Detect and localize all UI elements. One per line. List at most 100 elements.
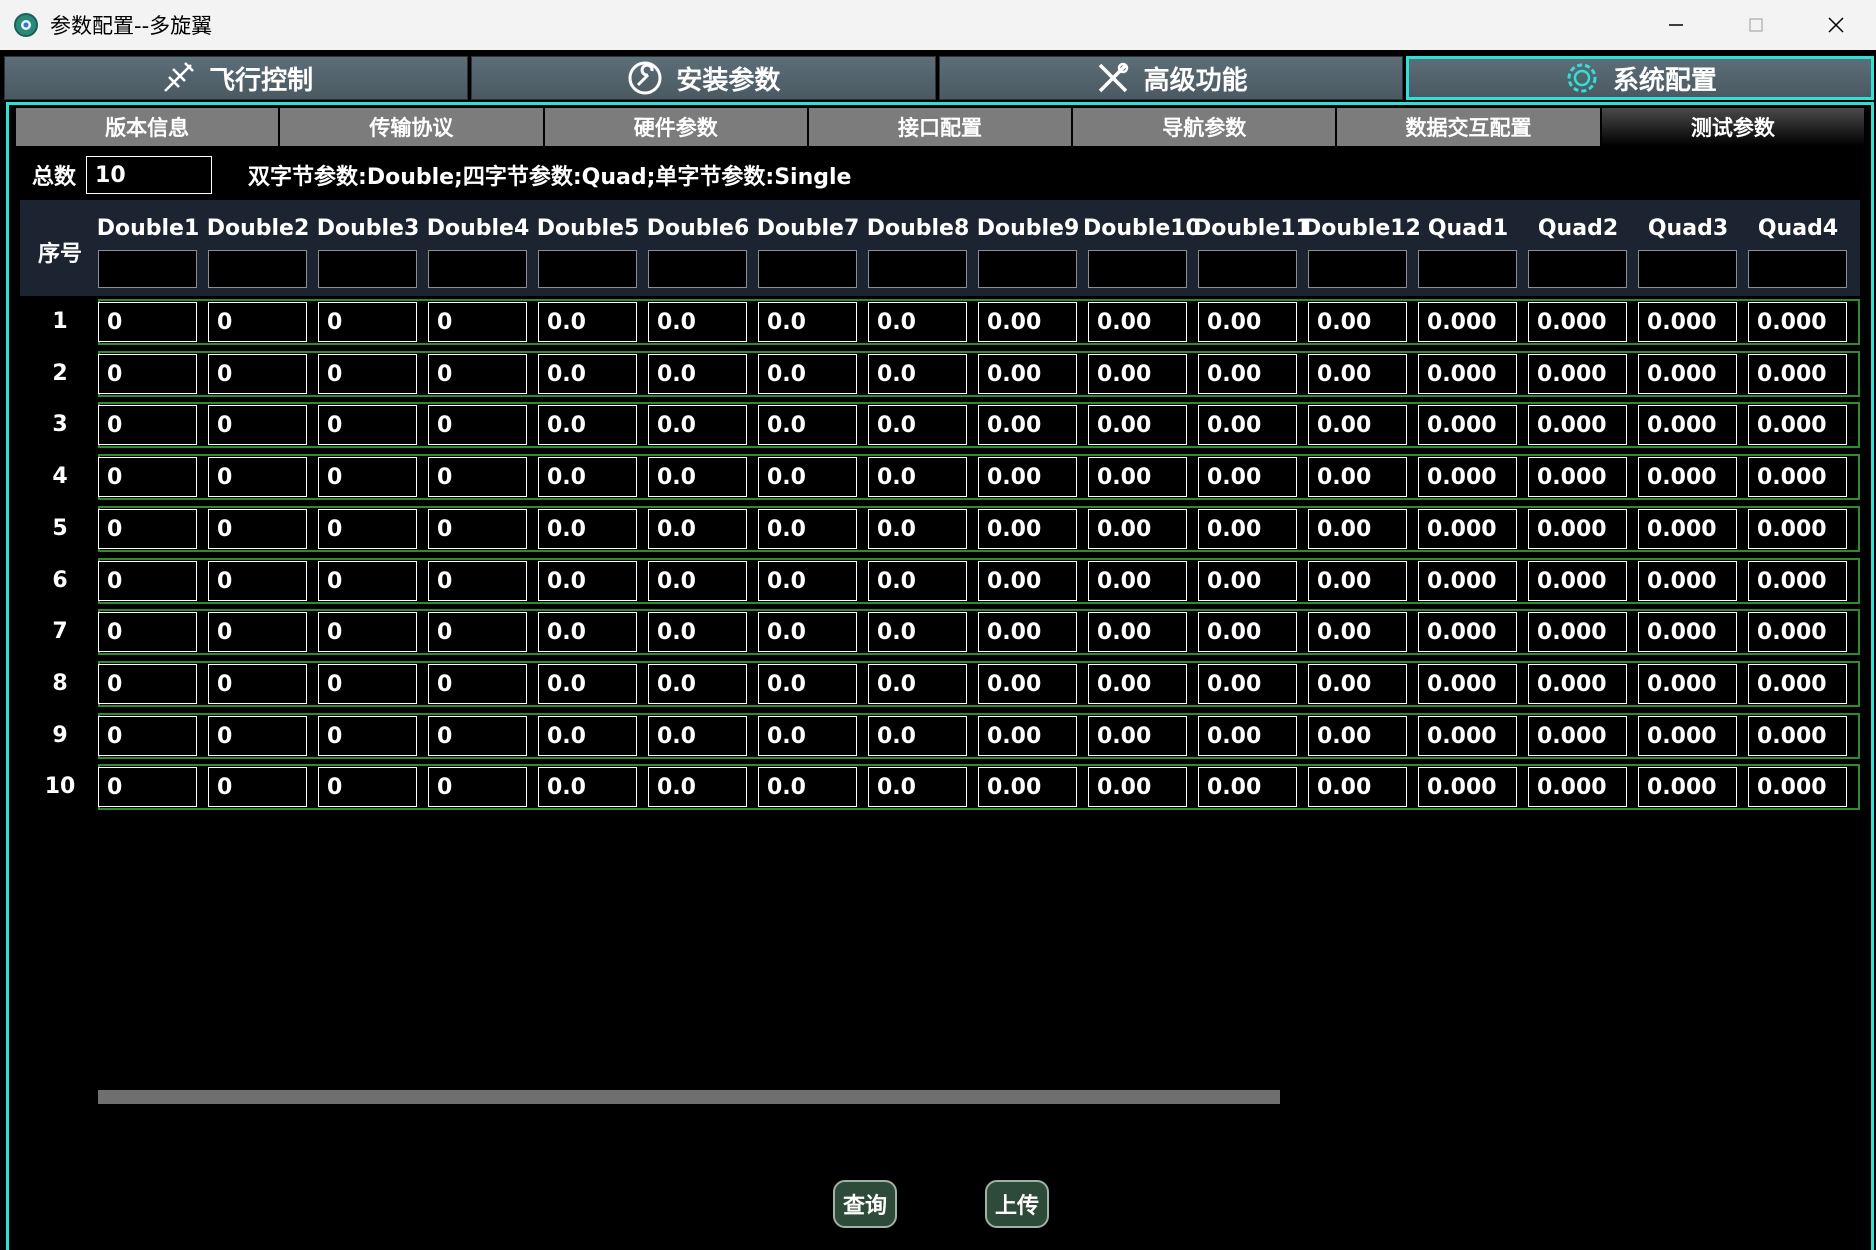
param-cell-input[interactable]: 0.00 xyxy=(978,302,1077,342)
param-cell-input[interactable]: 0.00 xyxy=(1198,509,1297,549)
param-cell-input[interactable]: 0 xyxy=(428,716,527,756)
param-cell-input[interactable]: 0.000 xyxy=(1638,664,1737,704)
param-cell-input[interactable]: 0 xyxy=(208,457,307,497)
param-cell-input[interactable]: 0.000 xyxy=(1418,509,1517,549)
subtab-version-info[interactable]: 版本信息 xyxy=(16,108,279,146)
param-cell-input[interactable]: 0 xyxy=(98,457,197,497)
param-cell-input[interactable]: 0.000 xyxy=(1748,561,1847,601)
tab-flight-control[interactable]: 飞行控制 xyxy=(4,56,469,100)
param-cell-input[interactable]: 0.00 xyxy=(1088,302,1187,342)
param-cell-input[interactable]: 0.0 xyxy=(868,405,967,445)
param-cell-input[interactable]: 0.00 xyxy=(1308,716,1407,756)
param-cell-input[interactable]: 0.0 xyxy=(538,664,637,704)
param-cell-input[interactable]: 0.00 xyxy=(1088,354,1187,394)
param-cell-input[interactable]: 0 xyxy=(428,457,527,497)
param-cell-input[interactable]: 0.0 xyxy=(538,354,637,394)
param-cell-input[interactable]: 0 xyxy=(98,405,197,445)
param-cell-input[interactable]: 0.000 xyxy=(1528,302,1627,342)
param-cell-input[interactable]: 0.000 xyxy=(1748,457,1847,497)
param-cell-input[interactable]: 0.000 xyxy=(1418,767,1517,807)
param-cell-input[interactable]: 0 xyxy=(428,302,527,342)
param-cell-input[interactable]: 0.000 xyxy=(1418,457,1517,497)
param-cell-input[interactable]: 0 xyxy=(318,716,417,756)
param-cell-input[interactable]: 0.0 xyxy=(648,354,747,394)
param-cell-input[interactable]: 0.00 xyxy=(1198,405,1297,445)
param-cell-input[interactable]: 0.0 xyxy=(758,509,857,549)
column-filter-input[interactable] xyxy=(1308,250,1407,288)
param-cell-input[interactable]: 0.000 xyxy=(1418,716,1517,756)
param-cell-input[interactable]: 0.0 xyxy=(538,405,637,445)
param-cell-input[interactable]: 0.00 xyxy=(1088,561,1187,601)
param-cell-input[interactable]: 0.000 xyxy=(1748,302,1847,342)
param-cell-input[interactable]: 0.0 xyxy=(758,612,857,652)
param-cell-input[interactable]: 0 xyxy=(98,612,197,652)
column-filter-input[interactable] xyxy=(1528,250,1627,288)
param-cell-input[interactable]: 0 xyxy=(98,561,197,601)
param-cell-input[interactable]: 0.0 xyxy=(648,767,747,807)
column-filter-input[interactable] xyxy=(1748,250,1847,288)
param-cell-input[interactable]: 0.000 xyxy=(1418,405,1517,445)
minimize-button[interactable] xyxy=(1636,0,1716,50)
param-cell-input[interactable]: 0.000 xyxy=(1748,664,1847,704)
upload-button[interactable]: 上传 xyxy=(985,1180,1049,1228)
param-cell-input[interactable]: 0 xyxy=(428,509,527,549)
column-filter-input[interactable] xyxy=(1638,250,1737,288)
param-cell-input[interactable]: 0.00 xyxy=(1088,716,1187,756)
param-cell-input[interactable]: 0 xyxy=(208,509,307,549)
column-filter-input[interactable] xyxy=(428,250,527,288)
column-filter-input[interactable] xyxy=(758,250,857,288)
param-cell-input[interactable]: 0 xyxy=(318,354,417,394)
param-cell-input[interactable]: 0 xyxy=(208,716,307,756)
param-cell-input[interactable]: 0.00 xyxy=(1308,354,1407,394)
param-cell-input[interactable]: 0.0 xyxy=(758,664,857,704)
param-cell-input[interactable]: 0 xyxy=(318,457,417,497)
param-cell-input[interactable]: 0 xyxy=(208,664,307,704)
tab-system-config[interactable]: 系统配置 xyxy=(1405,56,1874,100)
param-cell-input[interactable]: 0 xyxy=(428,561,527,601)
param-cell-input[interactable]: 0.000 xyxy=(1748,612,1847,652)
param-cell-input[interactable]: 0.00 xyxy=(1088,612,1187,652)
param-cell-input[interactable]: 0 xyxy=(318,612,417,652)
param-cell-input[interactable]: 0.000 xyxy=(1748,354,1847,394)
param-cell-input[interactable]: 0 xyxy=(98,509,197,549)
param-cell-input[interactable]: 0.0 xyxy=(758,767,857,807)
param-cell-input[interactable]: 0 xyxy=(208,302,307,342)
param-cell-input[interactable]: 0 xyxy=(428,612,527,652)
param-cell-input[interactable]: 0.0 xyxy=(648,664,747,704)
param-cell-input[interactable]: 0 xyxy=(208,767,307,807)
param-cell-input[interactable]: 0.000 xyxy=(1748,716,1847,756)
param-cell-input[interactable]: 0.000 xyxy=(1528,354,1627,394)
param-cell-input[interactable]: 0 xyxy=(208,354,307,394)
param-cell-input[interactable]: 0.00 xyxy=(1198,612,1297,652)
param-cell-input[interactable]: 0.00 xyxy=(978,405,1077,445)
param-cell-input[interactable]: 0.000 xyxy=(1528,457,1627,497)
param-cell-input[interactable]: 0.000 xyxy=(1638,561,1737,601)
param-cell-input[interactable]: 0 xyxy=(208,561,307,601)
param-cell-input[interactable]: 0.0 xyxy=(868,612,967,652)
param-cell-input[interactable]: 0 xyxy=(98,302,197,342)
param-cell-input[interactable]: 0.0 xyxy=(538,509,637,549)
param-cell-input[interactable]: 0.0 xyxy=(648,405,747,445)
param-cell-input[interactable]: 0.00 xyxy=(978,664,1077,704)
param-cell-input[interactable]: 0.00 xyxy=(1198,561,1297,601)
subtab-test-params[interactable]: 测试参数 xyxy=(1601,108,1864,146)
param-cell-input[interactable]: 0.0 xyxy=(648,509,747,549)
param-cell-input[interactable]: 0 xyxy=(428,767,527,807)
param-cell-input[interactable]: 0 xyxy=(428,354,527,394)
column-filter-input[interactable] xyxy=(538,250,637,288)
param-cell-input[interactable]: 0.00 xyxy=(1088,457,1187,497)
param-cell-input[interactable]: 0 xyxy=(208,612,307,652)
param-cell-input[interactable]: 0.00 xyxy=(978,716,1077,756)
tab-advanced[interactable]: 高级功能 xyxy=(938,56,1403,100)
param-cell-input[interactable]: 0.00 xyxy=(978,509,1077,549)
param-cell-input[interactable]: 0.000 xyxy=(1528,716,1627,756)
close-button[interactable] xyxy=(1796,0,1876,50)
param-cell-input[interactable]: 0.0 xyxy=(538,716,637,756)
param-cell-input[interactable]: 0.00 xyxy=(1088,405,1187,445)
param-cell-input[interactable]: 0 xyxy=(98,354,197,394)
query-button[interactable]: 查询 xyxy=(833,1180,897,1228)
param-cell-input[interactable]: 0.000 xyxy=(1638,767,1737,807)
param-cell-input[interactable]: 0.00 xyxy=(1308,302,1407,342)
param-cell-input[interactable]: 0 xyxy=(428,405,527,445)
param-cell-input[interactable]: 0.00 xyxy=(1198,767,1297,807)
